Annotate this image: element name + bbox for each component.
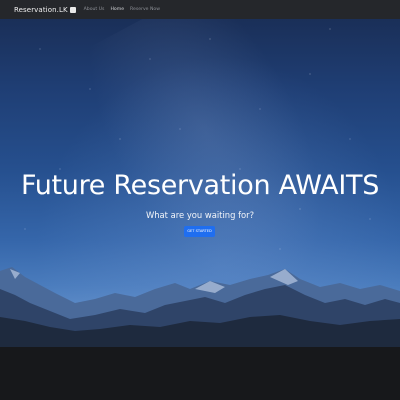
- hero-title: Future Reservation AWAITS: [20, 170, 380, 201]
- brand-name: Reservation.LK: [14, 5, 68, 14]
- nav-link-about-us[interactable]: About Us: [84, 7, 105, 12]
- hero-content: Future Reservation AWAITS What are you w…: [0, 19, 400, 400]
- navbar: Reservation.LK About Us Home Reserve Now: [0, 0, 400, 19]
- page: Reservation.LK About Us Home Reserve Now…: [0, 0, 400, 400]
- nav-link-home[interactable]: Home: [110, 7, 124, 12]
- nav-link-reserve-now[interactable]: Reserve Now: [130, 7, 160, 12]
- nav-links: About Us Home Reserve Now: [84, 7, 166, 12]
- hero-subtitle: What are you waiting for?: [145, 210, 255, 220]
- brand-link[interactable]: Reservation.LK: [14, 6, 76, 14]
- hotel-icon: [69, 6, 76, 13]
- get-started-button[interactable]: GET STARTED: [184, 226, 215, 237]
- hero-section: Future Reservation AWAITS What are you w…: [0, 19, 400, 400]
